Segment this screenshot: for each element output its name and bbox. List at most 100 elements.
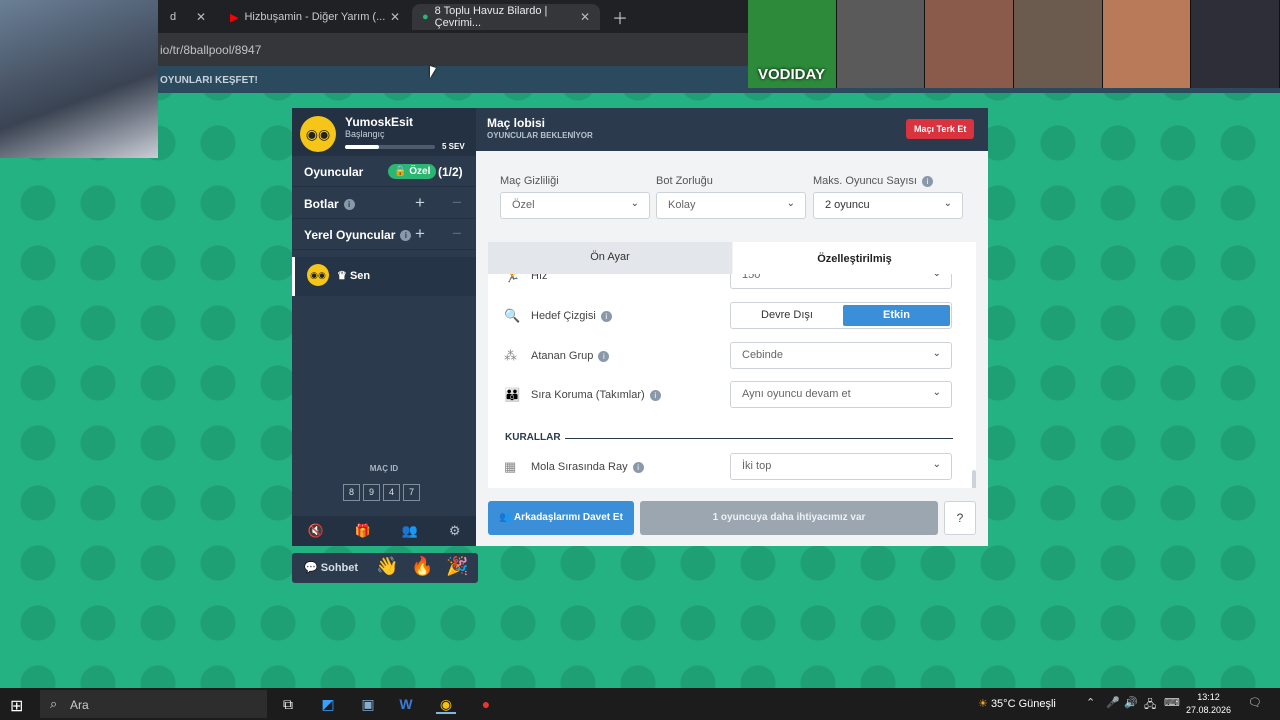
url-text: io/tr/8ballpool/8947 xyxy=(160,43,262,57)
bot-difficulty-select[interactable]: Kolay ⌄ xyxy=(656,192,806,219)
max-players-label: Maks. Oyuncu Sayısı i xyxy=(813,175,933,187)
browser-tab-3[interactable]: ● 8 Toplu Havuz Bilardo | Çevrimi... ✕ xyxy=(412,4,600,30)
windows-start-icon[interactable]: ⊞ xyxy=(10,696,23,716)
add-local-player-button[interactable]: + xyxy=(415,224,425,244)
crown-icon: ♛ xyxy=(337,270,347,282)
assigned-group-select[interactable]: Cebinde ⌄ xyxy=(730,342,952,369)
tab-custom[interactable]: Özelleştirilmiş xyxy=(733,242,976,274)
party-emoji-button[interactable]: 🎉 xyxy=(446,556,468,577)
search-icon: 🔍 xyxy=(504,308,521,323)
weather-widget[interactable]: ☀ 35°C Güneşli xyxy=(978,697,1056,710)
explore-games-link[interactable]: OYUNLARI KEŞFET! xyxy=(160,75,258,86)
browser-tab-1[interactable]: d ✕ xyxy=(160,4,216,30)
match-id-digit: 8 xyxy=(343,484,360,501)
chat-bubble-icon: 💬 xyxy=(304,562,318,574)
close-icon[interactable]: ✕ xyxy=(580,10,590,24)
rules-heading: KURALLAR xyxy=(505,432,561,443)
player-count: (1/2) xyxy=(438,165,463,179)
remove-local-player-button[interactable]: − xyxy=(452,224,462,244)
players-label: Oyuncular xyxy=(304,165,364,179)
info-icon[interactable]: i xyxy=(921,175,933,187)
username: YumoskEsit xyxy=(345,115,414,129)
store-icon[interactable]: ▣ xyxy=(358,694,378,714)
close-icon[interactable]: ✕ xyxy=(196,10,206,24)
match-id-digits: 8 9 4 7 xyxy=(343,484,420,501)
clock-date: 27.08.2026 xyxy=(1186,705,1232,715)
notification-icon[interactable]: 🗨 xyxy=(1248,696,1262,709)
turn-keep-label: Sıra Koruma (Takımlar) xyxy=(531,389,645,401)
channel-logo: VODIDAY xyxy=(758,66,825,83)
info-icon[interactable]: i xyxy=(632,461,644,473)
break-rail-select[interactable]: İki top ⌄ xyxy=(730,453,952,480)
invite-friends-button[interactable]: 👥 Arkadaşlarımı Davet Et xyxy=(488,501,634,535)
recorder-icon[interactable]: ● xyxy=(476,694,496,714)
stream-face xyxy=(1191,0,1280,88)
turn-keep-select[interactable]: Aynı oyuncu devam et ⌄ xyxy=(730,381,952,408)
stream-face xyxy=(1014,0,1103,88)
speed-label: Hız xyxy=(531,274,548,282)
gear-icon[interactable]: ⚙ xyxy=(449,523,461,539)
taskbar-search-placeholder: Ara xyxy=(70,698,89,712)
friends-icon: 👥 xyxy=(499,512,512,523)
aim-line-off-button[interactable]: Devre Dışı xyxy=(733,305,841,326)
bot-difficulty-value: Kolay xyxy=(668,199,696,211)
webcam-overlay-left xyxy=(0,0,158,158)
add-bot-button[interactable]: + xyxy=(415,193,425,213)
assigned-group-row: ⁂ Atanan Grup i Cebinde ⌄ xyxy=(488,342,976,372)
panel-scrollbar[interactable] xyxy=(972,470,976,488)
help-button[interactable]: ? xyxy=(944,501,976,535)
speed-select[interactable]: 150 ⌄ xyxy=(730,274,952,289)
match-id-digit: 7 xyxy=(403,484,420,501)
close-icon[interactable]: ✕ xyxy=(390,10,400,24)
keyboard-icon[interactable]: ⌨ xyxy=(1164,696,1180,709)
bot-difficulty-label: Bot Zorluğu xyxy=(656,175,713,187)
table-icon: ▦ xyxy=(504,459,517,474)
stream-face xyxy=(836,0,926,88)
wave-emoji-button[interactable]: 👋 xyxy=(376,556,398,577)
photos-icon[interactable]: ◩ xyxy=(318,694,338,714)
bots-row: Botlar i + − xyxy=(292,188,476,219)
xp-bar xyxy=(345,145,435,149)
tab-preset[interactable]: Ön Ayar xyxy=(488,242,732,274)
info-icon[interactable]: i xyxy=(400,230,412,242)
chevron-up-icon[interactable]: ⌃ xyxy=(1086,696,1095,709)
max-players-value: 2 oyuncu xyxy=(825,199,870,211)
player-entry[interactable]: ◉◉ ♛ Sen xyxy=(292,257,476,296)
start-match-button[interactable]: 1 oyuncuya daha ihtiyacımız var xyxy=(640,501,938,535)
system-clock[interactable]: 13:12 27.08.2026 xyxy=(1186,691,1231,717)
taskbar-search[interactable]: ⌕ Ara xyxy=(40,690,267,718)
break-rail-label: Mola Sırasında Ray xyxy=(531,461,628,473)
info-icon[interactable]: i xyxy=(343,199,355,211)
new-tab-button[interactable]: ＋ xyxy=(602,4,632,30)
match-id-digit: 4 xyxy=(383,484,400,501)
remove-bot-button[interactable]: − xyxy=(452,193,462,213)
private-badge: 🔒 Özel xyxy=(388,164,437,179)
game-lobby-window: ◉◉ YumoskEsit Başlangıç 5 SEV Oyuncular … xyxy=(292,108,988,546)
friends-icon[interactable]: 👥 xyxy=(402,523,418,539)
microphone-icon[interactable]: 🎤 xyxy=(1106,696,1120,709)
balls-icon: ⁂ xyxy=(504,348,517,363)
lobby-main: Maç lobisi OYUNCULAR BEKLENİYOR Maçı Ter… xyxy=(476,108,988,546)
info-icon[interactable]: i xyxy=(649,389,661,401)
word-icon[interactable]: W xyxy=(396,694,416,714)
youtube-icon: ▶ xyxy=(230,11,239,24)
info-icon[interactable]: i xyxy=(600,310,612,322)
chat-button[interactable]: 💬 Sohbet xyxy=(304,561,358,574)
player-name: Sen xyxy=(349,270,371,282)
leave-match-button[interactable]: Maçı Terk Et xyxy=(906,119,975,139)
fire-emoji-button[interactable]: 🔥 xyxy=(411,556,433,577)
user-avatar[interactable]: ◉◉ xyxy=(300,116,336,152)
settings-tabs: Ön Ayar Özelleştirilmiş xyxy=(488,242,976,274)
mute-icon[interactable]: 🔇 xyxy=(307,523,323,539)
browser-tab-2[interactable]: ▶ Hizbuşamin - Diğer Yarım (... ✕ xyxy=(220,4,410,30)
volume-icon[interactable]: 🔊 xyxy=(1124,696,1138,709)
task-view-icon[interactable]: ⧉ xyxy=(278,694,298,714)
chrome-icon[interactable]: ◉ xyxy=(436,694,456,714)
gift-icon[interactable]: 🎁 xyxy=(355,523,371,539)
aim-line-on-button[interactable]: Etkin xyxy=(843,305,950,326)
max-players-select[interactable]: 2 oyuncu ⌄ xyxy=(813,192,963,219)
info-icon[interactable]: i xyxy=(598,350,610,362)
network-icon[interactable]: 🖧 xyxy=(1144,696,1156,715)
lobby-sidebar: ◉◉ YumoskEsit Başlangıç 5 SEV Oyuncular … xyxy=(292,108,476,546)
privacy-select[interactable]: Özel ⌄ xyxy=(500,192,650,219)
